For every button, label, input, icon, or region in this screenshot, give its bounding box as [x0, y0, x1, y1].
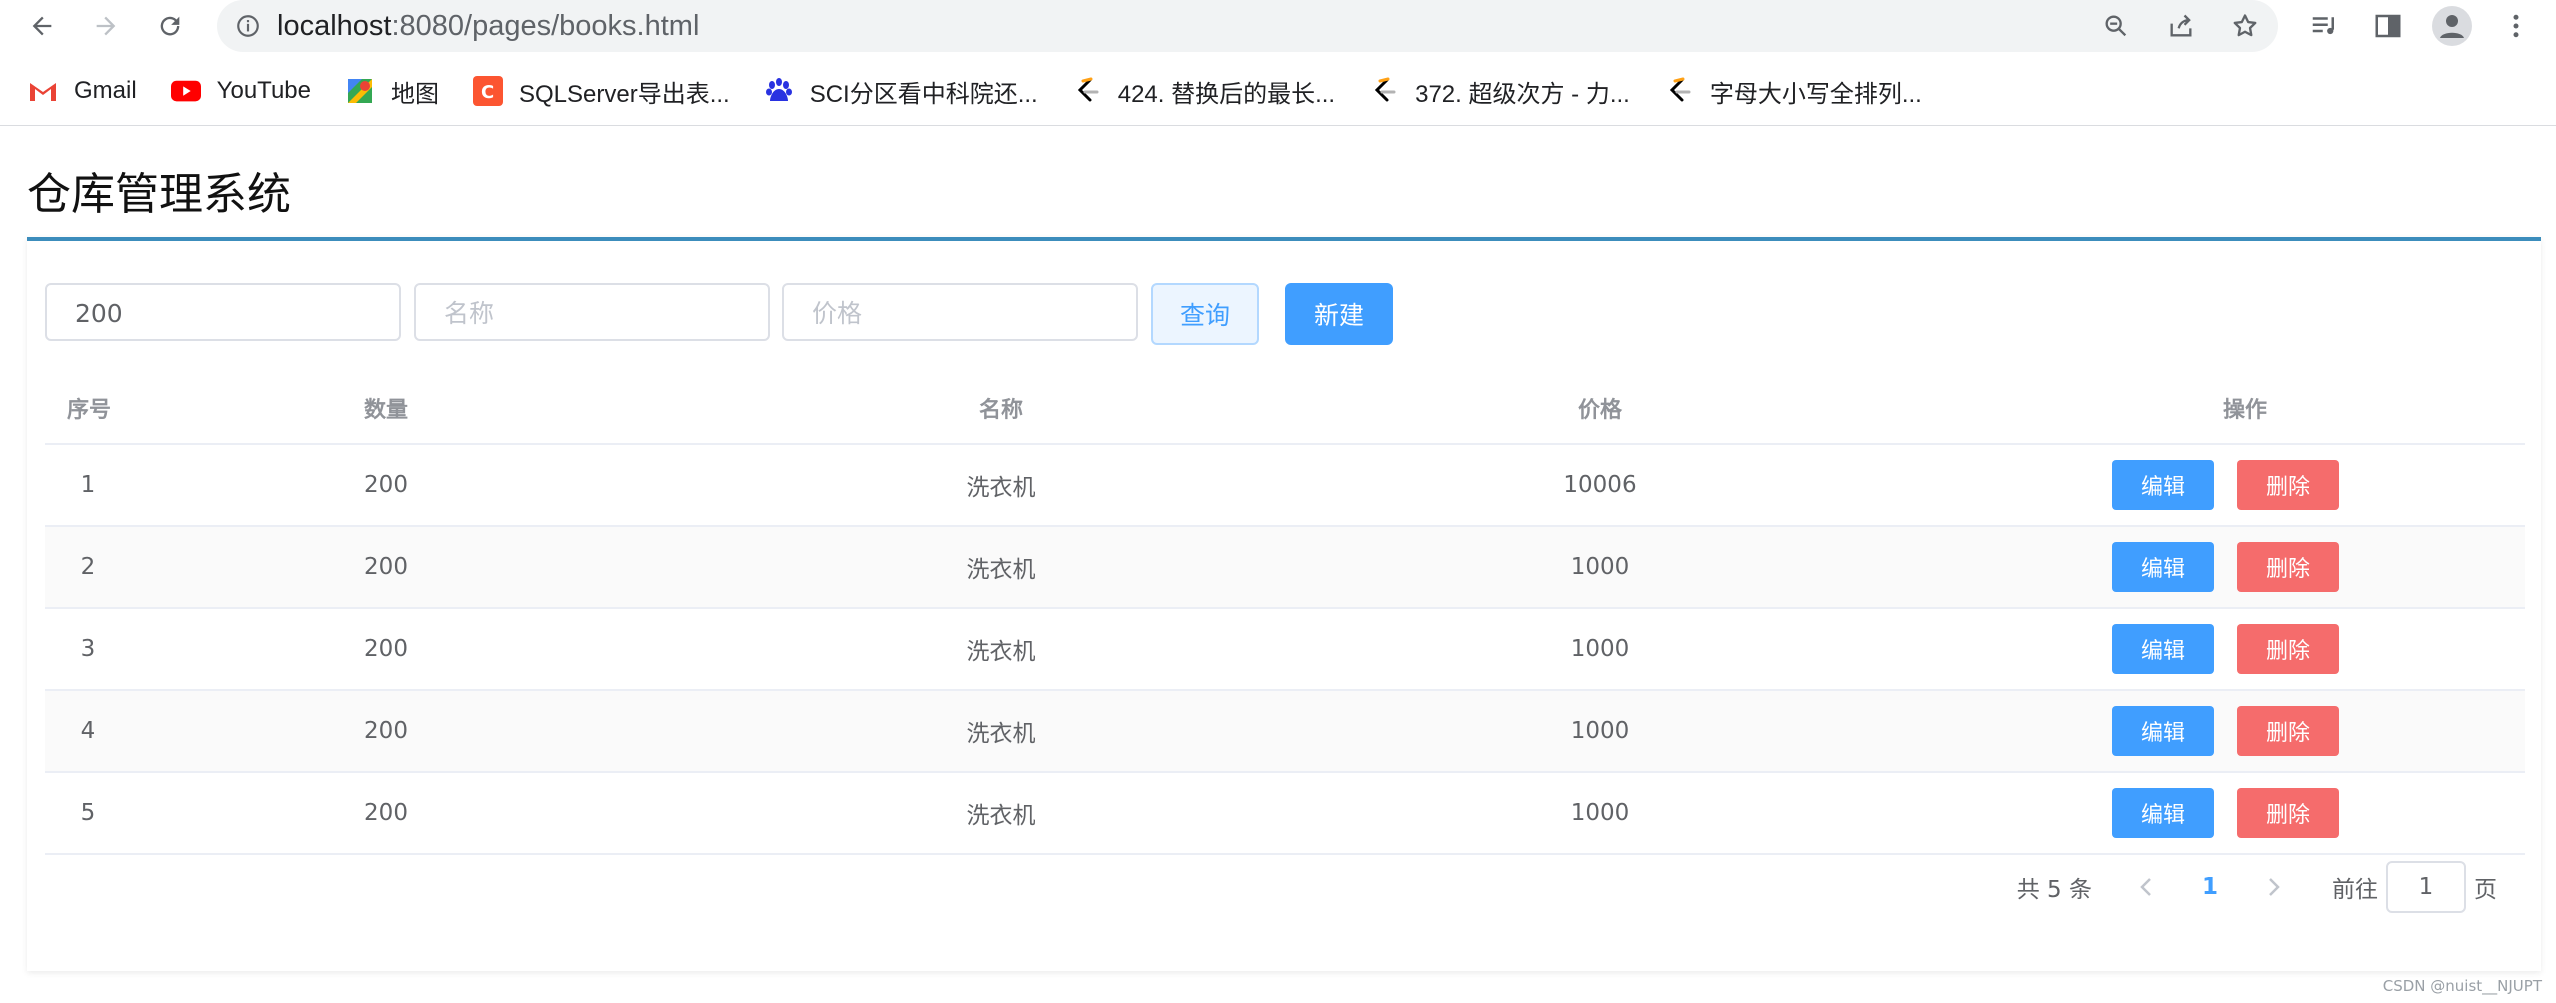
url-text: localhost:8080/pages/books.html [277, 9, 700, 42]
edit-button[interactable]: 编辑 [2112, 460, 2214, 510]
site-info-icon[interactable] [235, 13, 261, 39]
search-toolbar: 200 名称 价格 查询 新建 [45, 283, 1445, 345]
cell-name: 洗衣机 [966, 639, 1036, 665]
csdn-icon: C [472, 76, 503, 106]
edit-button[interactable]: 编辑 [2112, 542, 2214, 592]
prev-page-icon[interactable] [2126, 876, 2166, 898]
name-search-input[interactable]: 名称 [414, 283, 770, 341]
cell-name: 洗衣机 [966, 475, 1036, 501]
bookmark-baidu[interactable]: SCI分区看中科院还... [764, 74, 1038, 109]
zoom-icon[interactable] [2096, 6, 2136, 46]
pagination: 共 5 条 1 前往 1 页 [2017, 859, 2497, 915]
cell-index: 3 [80, 636, 96, 662]
bookmark-csdn[interactable]: C SQLServer导出表... [472, 74, 730, 109]
bookmarks-bar: Gmail YouTube 地图 C SQLServer导出表... SCI分区… [0, 66, 2556, 116]
header-index: 序号 [67, 398, 112, 423]
cell-quantity: 200 [364, 800, 408, 826]
header-ops: 操作 [2222, 398, 2267, 423]
cell-index: 1 [80, 472, 96, 498]
maps-icon [345, 76, 375, 106]
header-price: 价格 [1577, 398, 1622, 423]
leetcode-icon [1072, 76, 1102, 106]
quantity-search-input[interactable]: 200 [45, 283, 401, 341]
cell-price: 1000 [1570, 554, 1630, 580]
content-card: 200 名称 价格 查询 新建 序号 数量 名称 价格 操作 1 200 洗衣机… [27, 237, 2541, 971]
page-title: 仓库管理系统 [27, 169, 291, 220]
data-table: 序号 数量 名称 价格 操作 1 200 洗衣机 10006 编辑 删除 2 2… [45, 373, 2525, 855]
back-arrow-icon[interactable] [22, 6, 62, 46]
cell-quantity: 200 [364, 636, 408, 662]
reading-list-icon[interactable] [2304, 6, 2344, 46]
query-button[interactable]: 查询 [1151, 283, 1259, 345]
table-row: 2 200 洗衣机 1000 编辑 删除 [45, 527, 2525, 609]
page-unit-label: 页 [2474, 877, 2497, 903]
cell-index: 4 [80, 718, 96, 744]
reload-icon[interactable] [150, 6, 190, 46]
edit-button[interactable]: 编辑 [2112, 706, 2214, 756]
table-header: 序号 数量 名称 价格 操作 [45, 373, 2525, 445]
youtube-icon [170, 76, 201, 106]
goto-label: 前往 [2332, 877, 2378, 903]
watermark: CSDN @nuist__NJUPT [2382, 977, 2542, 995]
cell-price: 10006 [1563, 472, 1637, 498]
cell-quantity: 200 [364, 472, 408, 498]
address-bar[interactable]: localhost:8080/pages/books.html [217, 0, 2278, 52]
svg-text:C: C [481, 82, 494, 103]
chrome-divider [0, 125, 2556, 126]
bookmark-star-icon[interactable] [2225, 6, 2265, 46]
cell-price: 1000 [1570, 636, 1630, 662]
bookmark-youtube[interactable]: YouTube [170, 76, 311, 106]
bookmark-leetcode-424[interactable]: 424. 替换后的最长... [1072, 74, 1335, 109]
header-name: 名称 [978, 398, 1023, 423]
cell-name: 洗衣机 [966, 557, 1036, 583]
cell-price: 1000 [1570, 800, 1630, 826]
pagination-total: 共 5 条 [2016, 877, 2092, 903]
edit-button[interactable]: 编辑 [2112, 624, 2214, 674]
cell-index: 5 [80, 800, 96, 826]
edit-button[interactable]: 编辑 [2112, 788, 2214, 838]
side-panel-icon[interactable] [2368, 6, 2408, 46]
delete-button[interactable]: 删除 [2237, 542, 2339, 592]
table-row: 4 200 洗衣机 1000 编辑 删除 [45, 691, 2525, 773]
cell-quantity: 200 [364, 718, 408, 744]
header-quantity: 数量 [363, 398, 408, 423]
table-row: 5 200 洗衣机 1000 编辑 删除 [45, 773, 2525, 855]
share-icon[interactable] [2161, 6, 2201, 46]
delete-button[interactable]: 删除 [2237, 460, 2339, 510]
more-menu-icon[interactable] [2496, 6, 2536, 46]
bookmark-maps[interactable]: 地图 [345, 74, 439, 109]
page-number-current[interactable]: 1 [2166, 874, 2254, 900]
price-search-input[interactable]: 价格 [782, 283, 1138, 341]
cell-index: 2 [80, 554, 96, 580]
forward-arrow-icon[interactable] [86, 6, 126, 46]
delete-button[interactable]: 删除 [2237, 624, 2339, 674]
delete-button[interactable]: 删除 [2237, 788, 2339, 838]
leetcode-icon [1369, 76, 1399, 106]
cell-name: 洗衣机 [966, 803, 1036, 829]
cell-name: 洗衣机 [966, 721, 1036, 747]
delete-button[interactable]: 删除 [2237, 706, 2339, 756]
cell-price: 1000 [1570, 718, 1630, 744]
bookmark-leetcode-letter-case[interactable]: 字母大小写全排列... [1664, 74, 1922, 109]
table-row: 1 200 洗衣机 10006 编辑 删除 [45, 445, 2525, 527]
page-jump-input[interactable]: 1 [2386, 861, 2466, 913]
bookmark-gmail[interactable]: Gmail [28, 76, 137, 106]
baidu-icon [764, 76, 794, 106]
next-page-icon[interactable] [2254, 876, 2294, 898]
new-button[interactable]: 新建 [1285, 283, 1393, 345]
gmail-icon [28, 76, 58, 106]
cell-quantity: 200 [364, 554, 408, 580]
browser-toolbar: localhost:8080/pages/books.html [0, 0, 2556, 52]
leetcode-icon [1664, 76, 1694, 106]
profile-avatar-icon[interactable] [2432, 6, 2472, 46]
table-row: 3 200 洗衣机 1000 编辑 删除 [45, 609, 2525, 691]
bookmark-leetcode-372[interactable]: 372. 超级次方 - 力... [1369, 74, 1630, 109]
